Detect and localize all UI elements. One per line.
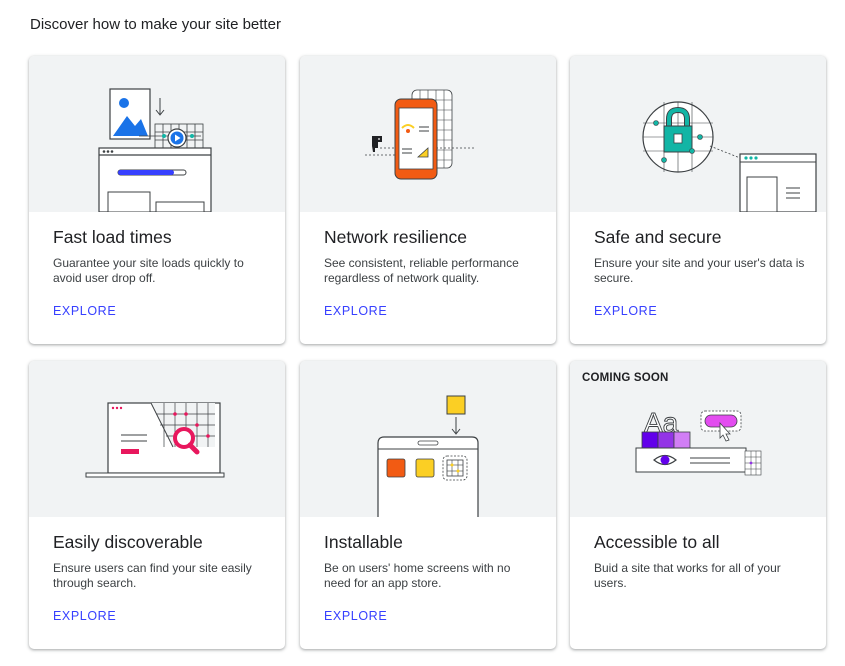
card-title: Easily discoverable	[53, 532, 203, 552]
coming-soon-badge: COMING SOON	[582, 372, 669, 384]
card-description: Guarantee your site loads quickly to avo…	[53, 256, 244, 285]
card-title: Fast load times	[53, 227, 172, 247]
discoverable-illustration	[29, 361, 285, 517]
safe-secure-illustration	[570, 56, 826, 212]
explore-link[interactable]: EXPLORE	[324, 609, 387, 623]
card-title: Accessible to all	[594, 532, 720, 552]
card-title: Network resilience	[324, 227, 467, 247]
page-heading: Discover how to make your site better	[30, 16, 281, 33]
explore-link[interactable]: EXPLORE	[594, 304, 657, 318]
card-description: See consistent, reliable performance reg…	[324, 256, 519, 285]
card-installable[interactable]: Installable Be on users' home screens wi…	[300, 361, 556, 649]
card-description: Ensure users can find your site easily t…	[53, 561, 252, 590]
card-easily-discoverable[interactable]: Easily discoverable Ensure users can fin…	[29, 361, 285, 649]
installable-illustration	[300, 361, 556, 517]
card-description: Be on users' home screens with no need f…	[324, 561, 511, 590]
card-description: Buid a site that works for all of your u…	[594, 561, 781, 590]
card-description: Ensure your site and your user's data is…	[594, 256, 805, 285]
card-safe-and-secure[interactable]: Safe and secure Ensure your site and you…	[570, 56, 826, 344]
explore-link[interactable]: EXPLORE	[53, 304, 116, 318]
card-fast-load-times[interactable]: Fast load times Guarantee your site load…	[29, 56, 285, 344]
card-title: Safe and secure	[594, 227, 722, 247]
network-resilience-illustration	[300, 56, 556, 212]
feature-card-grid: Fast load times Guarantee your site load…	[29, 56, 826, 650]
explore-link[interactable]: EXPLORE	[324, 304, 387, 318]
card-accessible-to-all[interactable]: Aa COMING SOON Accessible to all Buid a …	[570, 361, 826, 649]
card-network-resilience[interactable]: Network resilience See consistent, relia…	[300, 56, 556, 344]
fast-load-illustration	[29, 56, 285, 212]
explore-link[interactable]: EXPLORE	[53, 609, 116, 623]
card-title: Installable	[324, 532, 403, 552]
accessible-illustration: Aa COMING SOON	[570, 361, 826, 517]
